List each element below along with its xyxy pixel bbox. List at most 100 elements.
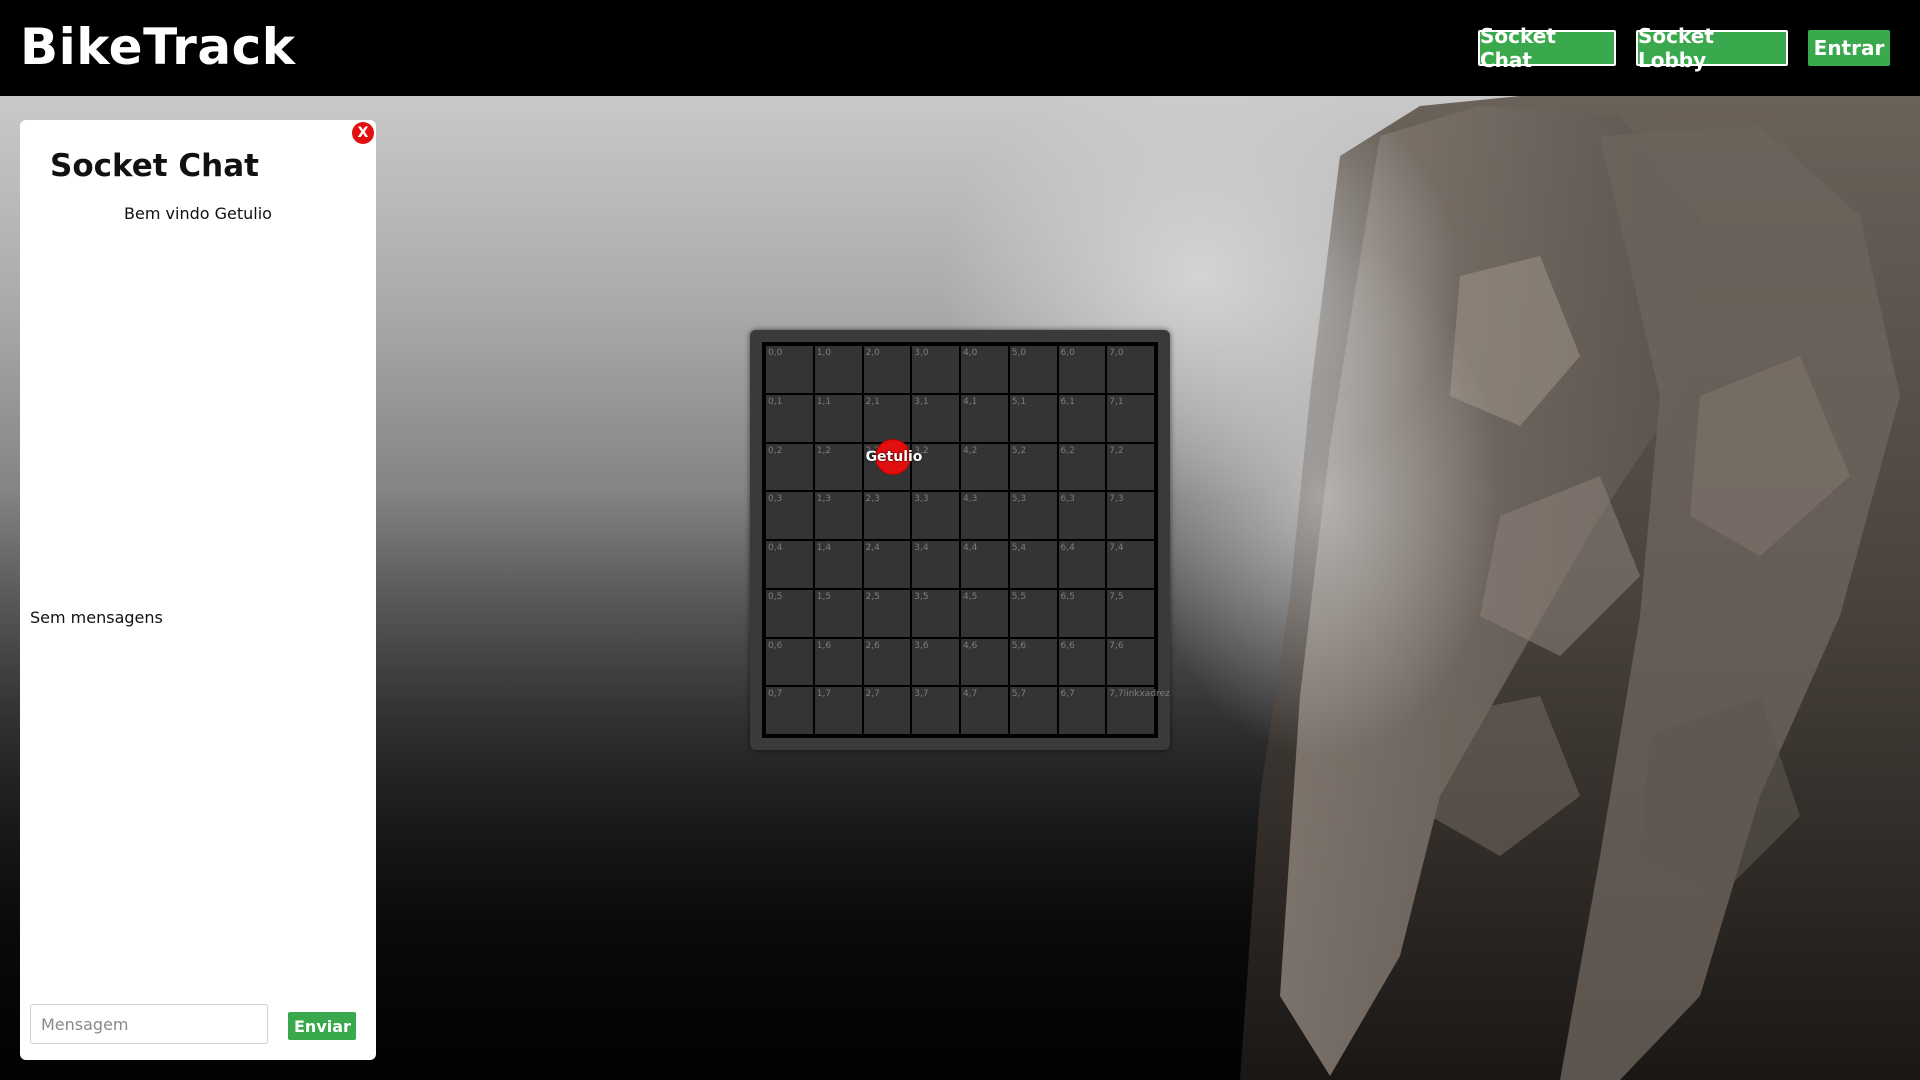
board-cell-label: 5,3 <box>1011 494 1027 505</box>
board-cell[interactable]: 3,1 <box>912 394 959 442</box>
board-cell[interactable]: 6,1 <box>1058 394 1106 442</box>
board-cell[interactable]: 0,0 <box>766 346 813 393</box>
board-cell[interactable]: 5,2 <box>1009 443 1057 491</box>
nav-socket-lobby-button[interactable]: Socket Lobby <box>1636 24 1788 72</box>
board-cell[interactable]: 4,3 <box>961 492 1008 539</box>
board-cell[interactable]: 5,0 <box>1009 346 1057 393</box>
chat-message-input[interactable] <box>30 1004 268 1044</box>
board-cell[interactable]: 4,5 <box>961 589 1008 637</box>
board-cell[interactable]: 1,3 <box>814 492 862 539</box>
board-cell-label: 1,0 <box>816 348 832 358</box>
board-cell[interactable]: 2,5 <box>863 589 911 637</box>
board-cell-label: 3,0 <box>914 348 929 358</box>
board-cell[interactable]: 2,7 <box>863 687 911 734</box>
board-cell[interactable]: 3,7 <box>912 687 959 734</box>
board-cell-label: 5,6 <box>1011 640 1027 651</box>
board-cell[interactable]: 3,0 <box>912 346 959 393</box>
board-cell[interactable]: 3,6 <box>912 638 959 686</box>
game-board: 0,0 1,0 2,0 3,0 4,0 5,0 6,0 7,0 0,1 1,1 2,1 3,1 4,1 5… <box>762 342 1170 738</box>
board-cell-label: 1,3 <box>816 494 832 505</box>
board-cell[interactable]: 3,4 <box>912 541 959 588</box>
board-cell-label: 1,5 <box>816 591 832 602</box>
board-cell[interactable]: 5,6 <box>1009 638 1057 686</box>
board-cell[interactable]: 1,7 <box>814 687 862 734</box>
board-cell[interactable]: 7,5 <box>1107 589 1154 637</box>
board-cell[interactable]: 5,5 <box>1009 589 1057 637</box>
board-cell[interactable]: 4,7 <box>961 687 1008 734</box>
board-cell[interactable]: 7,2 <box>1107 443 1154 491</box>
board-cell[interactable]: 0,4 <box>766 541 813 588</box>
board-cell-label: 0,2 <box>768 445 783 456</box>
board-cell[interactable]: 4,0 <box>961 346 1008 393</box>
nav-login-button[interactable]: Entrar <box>1808 30 1890 66</box>
board-cell[interactable]: 2,3 <box>863 492 911 539</box>
board-cell[interactable]: 3,3 <box>912 492 959 539</box>
board-cell-label: 4,0 <box>963 348 978 358</box>
board-cell[interactable]: 2,4 <box>863 541 911 588</box>
board-cell[interactable]: 6,3 <box>1058 492 1106 539</box>
board-cell-label: 6,0 <box>1060 348 1075 358</box>
board-cell[interactable]: 0,1 <box>766 394 813 442</box>
board-cell[interactable]: 1,0 <box>814 346 862 393</box>
board-cell[interactable]: 7,6 <box>1107 638 1154 686</box>
board-cell[interactable]: 5,3 <box>1009 492 1057 539</box>
board-cell[interactable]: 4,2 <box>961 443 1008 491</box>
board-cell-label: 6,2 <box>1060 445 1075 456</box>
board-cell[interactable]: 6,7 <box>1058 687 1106 734</box>
board-cell[interactable]: 2,0 <box>863 346 911 393</box>
board-cell[interactable]: 7,4 <box>1107 541 1154 588</box>
board-cell-label: 7,1 <box>1109 396 1124 407</box>
board-cell[interactable]: 6,2 <box>1058 443 1106 491</box>
board-cell-label: 5,7 <box>1011 689 1027 700</box>
board-cell[interactable]: 7,0 <box>1107 346 1154 393</box>
board-cell[interactable]: 1,5 <box>814 589 862 637</box>
board-cell[interactable]: 2,6 <box>863 638 911 686</box>
board-cell[interactable]: 7,7linkxadrez <box>1107 687 1170 734</box>
board-cell[interactable]: 7,1 <box>1107 394 1154 442</box>
board-cell-label: 2,5 <box>865 591 880 602</box>
board-cell-label: 7,7linkxadrez <box>1109 689 1170 700</box>
board-cell[interactable]: 6,6 <box>1058 638 1106 686</box>
board-cell[interactable]: 4,1 <box>961 394 1008 442</box>
board-cell[interactable]: 0,7 <box>766 687 813 734</box>
board-cell-label: 5,1 <box>1011 396 1027 407</box>
brand-logo-text[interactable]: BikeTrack <box>20 18 295 76</box>
board-cell[interactable]: 6,5 <box>1058 589 1106 637</box>
board-cell[interactable]: 4,4 <box>961 541 1008 588</box>
chat-panel: Socket Chat Bem vindo Getulio Sem mensag… <box>20 120 376 1060</box>
board-cell[interactable]: 5,1 <box>1009 394 1057 442</box>
board-cell-label: 3,4 <box>914 543 929 553</box>
board-cell[interactable]: 5,7 <box>1009 687 1057 734</box>
board-cell-label: 6,7 <box>1060 689 1075 700</box>
board-cell-label: 1,2 <box>816 445 832 456</box>
board-cell[interactable]: 1,2 <box>814 443 862 491</box>
board-cell[interactable]: 2,1 <box>863 394 911 442</box>
board-cell-label: 3,6 <box>914 640 929 651</box>
board-cell-label: 1,1 <box>816 396 832 407</box>
board-grid: 0,0 1,0 2,0 3,0 4,0 5,0 6,0 7,0 0,1 1,1 2,1 3,1 4,1 5… <box>766 346 1170 734</box>
close-icon[interactable]: X <box>352 122 374 144</box>
board-cell-label: 7,4 <box>1109 543 1124 553</box>
board-cell-label: 2,3 <box>865 494 880 505</box>
board-cell-label: 4,5 <box>963 591 978 602</box>
board-cell[interactable]: 0,5 <box>766 589 813 637</box>
board-cell-label: 7,5 <box>1109 591 1124 602</box>
board-cell[interactable]: 6,4 <box>1058 541 1106 588</box>
board-cell[interactable]: 0,6 <box>766 638 813 686</box>
board-cell[interactable]: 3,5 <box>912 589 959 637</box>
board-cell[interactable]: 7,3 <box>1107 492 1154 539</box>
board-cell[interactable]: 1,4 <box>814 541 862 588</box>
board-cell[interactable]: 4,6 <box>961 638 1008 686</box>
board-cell[interactable]: 0,3 <box>766 492 813 539</box>
board-cell[interactable]: 1,6 <box>814 638 862 686</box>
board-cell-label: 7,6 <box>1109 640 1124 651</box>
board-cell[interactable]: 1,1 <box>814 394 862 442</box>
board-cell-label: 2,6 <box>865 640 880 651</box>
board-cell[interactable]: 5,4 <box>1009 541 1057 588</box>
board-cell-label: 1,6 <box>816 640 832 651</box>
board-cell-label: 6,4 <box>1060 543 1075 553</box>
nav-socket-chat-button[interactable]: Socket Chat <box>1478 24 1616 72</box>
chat-send-button[interactable]: Enviar <box>288 1012 356 1040</box>
board-cell[interactable]: 6,0 <box>1058 346 1106 393</box>
board-cell[interactable]: 0,2 <box>766 443 813 491</box>
